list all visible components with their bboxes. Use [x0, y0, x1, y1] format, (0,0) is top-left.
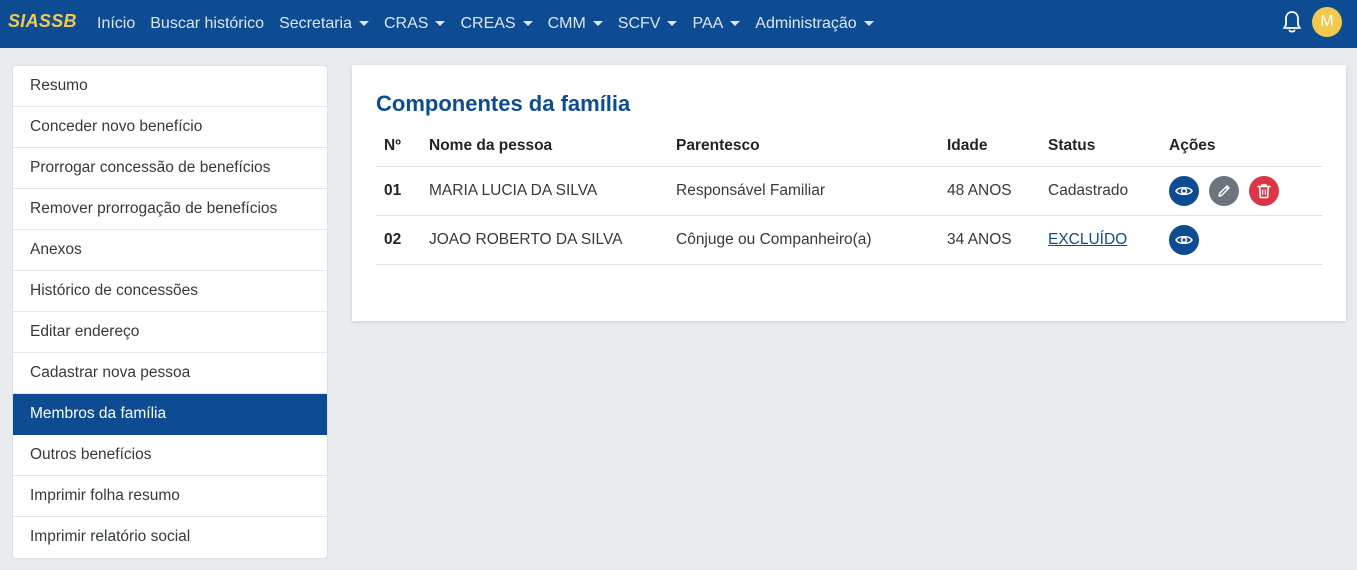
sidebar-item-outros-beneficios[interactable]: Outros benefícios — [13, 435, 327, 476]
sidebar-item-imprimir-relatorio-social[interactable]: Imprimir relatório social — [13, 517, 327, 558]
caret-down-icon — [667, 20, 678, 26]
cell-relation: Cônjuge ou Companheiro(a) — [668, 215, 939, 265]
pencil-icon — [1218, 184, 1230, 197]
nav-item-label: CREAS — [460, 15, 516, 32]
family-members-table: Nº Nome da pessoa Parentesco Idade Statu… — [376, 127, 1322, 265]
cell-age: 34 ANOS — [939, 215, 1040, 265]
eye-icon — [1175, 186, 1193, 195]
sidebar-item-conceder-novo-beneficio[interactable]: Conceder novo benefício — [13, 107, 327, 148]
cell-actions — [1161, 215, 1322, 265]
table-header-row: Nº Nome da pessoa Parentesco Idade Statu… — [376, 127, 1322, 167]
sidebar-item-anexos[interactable]: Anexos — [13, 230, 327, 271]
column-header-relation: Parentesco — [668, 127, 939, 167]
nav-item-label: SCFV — [617, 15, 661, 32]
cell-status: EXCLUÍDO — [1040, 215, 1161, 265]
cell-name: JOAO ROBERTO DA SILVA — [421, 215, 668, 265]
caret-down-icon — [359, 20, 369, 26]
row-actions — [1169, 224, 1314, 255]
nav-item-label: Início — [97, 15, 136, 32]
table-row: 01 MARIA LUCIA DA SILVA Responsável Fami… — [376, 166, 1322, 216]
nav-item-label: CMM — [547, 15, 586, 32]
cell-relation: Responsável Familiar — [668, 166, 939, 216]
sidebar-item-prorrogar-concessao[interactable]: Prorrogar concessão de benefícios — [13, 148, 327, 189]
family-members-card: Componentes da família Nº Nome da pessoa… — [352, 65, 1346, 321]
caret-down-icon — [435, 20, 446, 26]
nav-item-label: Administração — [755, 15, 857, 32]
status-link-excluido[interactable]: EXCLUÍDO — [1048, 231, 1127, 248]
sidebar-item-editar-endereco[interactable]: Editar endereço — [13, 312, 327, 353]
brand-logo[interactable]: SIASSB — [8, 11, 77, 32]
nav-item-inicio[interactable]: Início — [97, 15, 135, 33]
top-navbar: SIASSB Início Buscar histórico Secretari… — [0, 0, 1357, 48]
sidebar-item-resumo[interactable]: Resumo — [13, 66, 327, 107]
sidebar-item-remover-prorrogacao[interactable]: Remover prorrogação de benefícios — [13, 189, 327, 230]
nav-item-secretaria[interactable]: Secretaria — [279, 15, 369, 33]
nav-item-scfv[interactable]: SCFV — [618, 15, 678, 33]
nav-menu: Início Buscar histórico Secretaria CRAS … — [97, 0, 889, 48]
nav-item-cmm[interactable]: CMM — [548, 15, 603, 33]
column-header-status: Status — [1040, 127, 1161, 167]
nav-item-buscar-historico[interactable]: Buscar histórico — [150, 15, 264, 33]
column-header-name: Nome da pessoa — [421, 127, 668, 167]
delete-button[interactable] — [1249, 175, 1279, 206]
sidebar-menu: Resumo Conceder novo benefício Prorrogar… — [12, 65, 328, 559]
row-actions — [1169, 175, 1314, 206]
view-button[interactable] — [1169, 175, 1199, 206]
sidebar-item-cadastrar-nova-pessoa[interactable]: Cadastrar nova pessoa — [13, 353, 327, 394]
nav-item-creas[interactable]: CREAS — [460, 15, 533, 33]
cell-number: 02 — [376, 215, 421, 265]
column-header-number: Nº — [376, 127, 421, 167]
avatar[interactable]: M — [1312, 7, 1342, 37]
nav-item-label: Buscar histórico — [150, 15, 265, 32]
nav-item-paa[interactable]: PAA — [692, 15, 741, 33]
nav-item-label: Secretaria — [279, 15, 352, 32]
column-header-age: Idade — [939, 127, 1040, 167]
nav-item-label: CRAS — [384, 15, 429, 32]
sidebar-item-imprimir-folha-resumo[interactable]: Imprimir folha resumo — [13, 476, 327, 517]
trash-icon — [1257, 183, 1271, 198]
cell-age: 48 ANOS — [939, 166, 1040, 216]
caret-down-icon — [863, 20, 874, 26]
nav-item-label: PAA — [692, 15, 724, 32]
page-title: Componentes da família — [376, 91, 631, 116]
cell-actions — [1161, 166, 1322, 216]
cell-number: 01 — [376, 166, 421, 216]
caret-down-icon — [592, 20, 603, 26]
caret-down-icon — [730, 20, 741, 26]
column-header-actions: Ações — [1161, 127, 1322, 167]
nav-item-administracao[interactable]: Administração — [755, 15, 874, 33]
eye-icon — [1175, 235, 1193, 244]
bell-icon[interactable] — [1282, 10, 1302, 34]
view-button[interactable] — [1169, 224, 1199, 255]
cell-name: MARIA LUCIA DA SILVA — [421, 166, 668, 216]
caret-down-icon — [522, 20, 533, 26]
nav-item-cras[interactable]: CRAS — [384, 15, 446, 33]
sidebar-item-historico-concessoes[interactable]: Histórico de concessões — [13, 271, 327, 312]
table-row: 02 JOAO ROBERTO DA SILVA Cônjuge ou Comp… — [376, 215, 1322, 265]
edit-button[interactable] — [1209, 175, 1239, 206]
sidebar-item-membros-da-familia[interactable]: Membros da família — [13, 394, 327, 435]
cell-status: Cadastrado — [1040, 166, 1161, 216]
